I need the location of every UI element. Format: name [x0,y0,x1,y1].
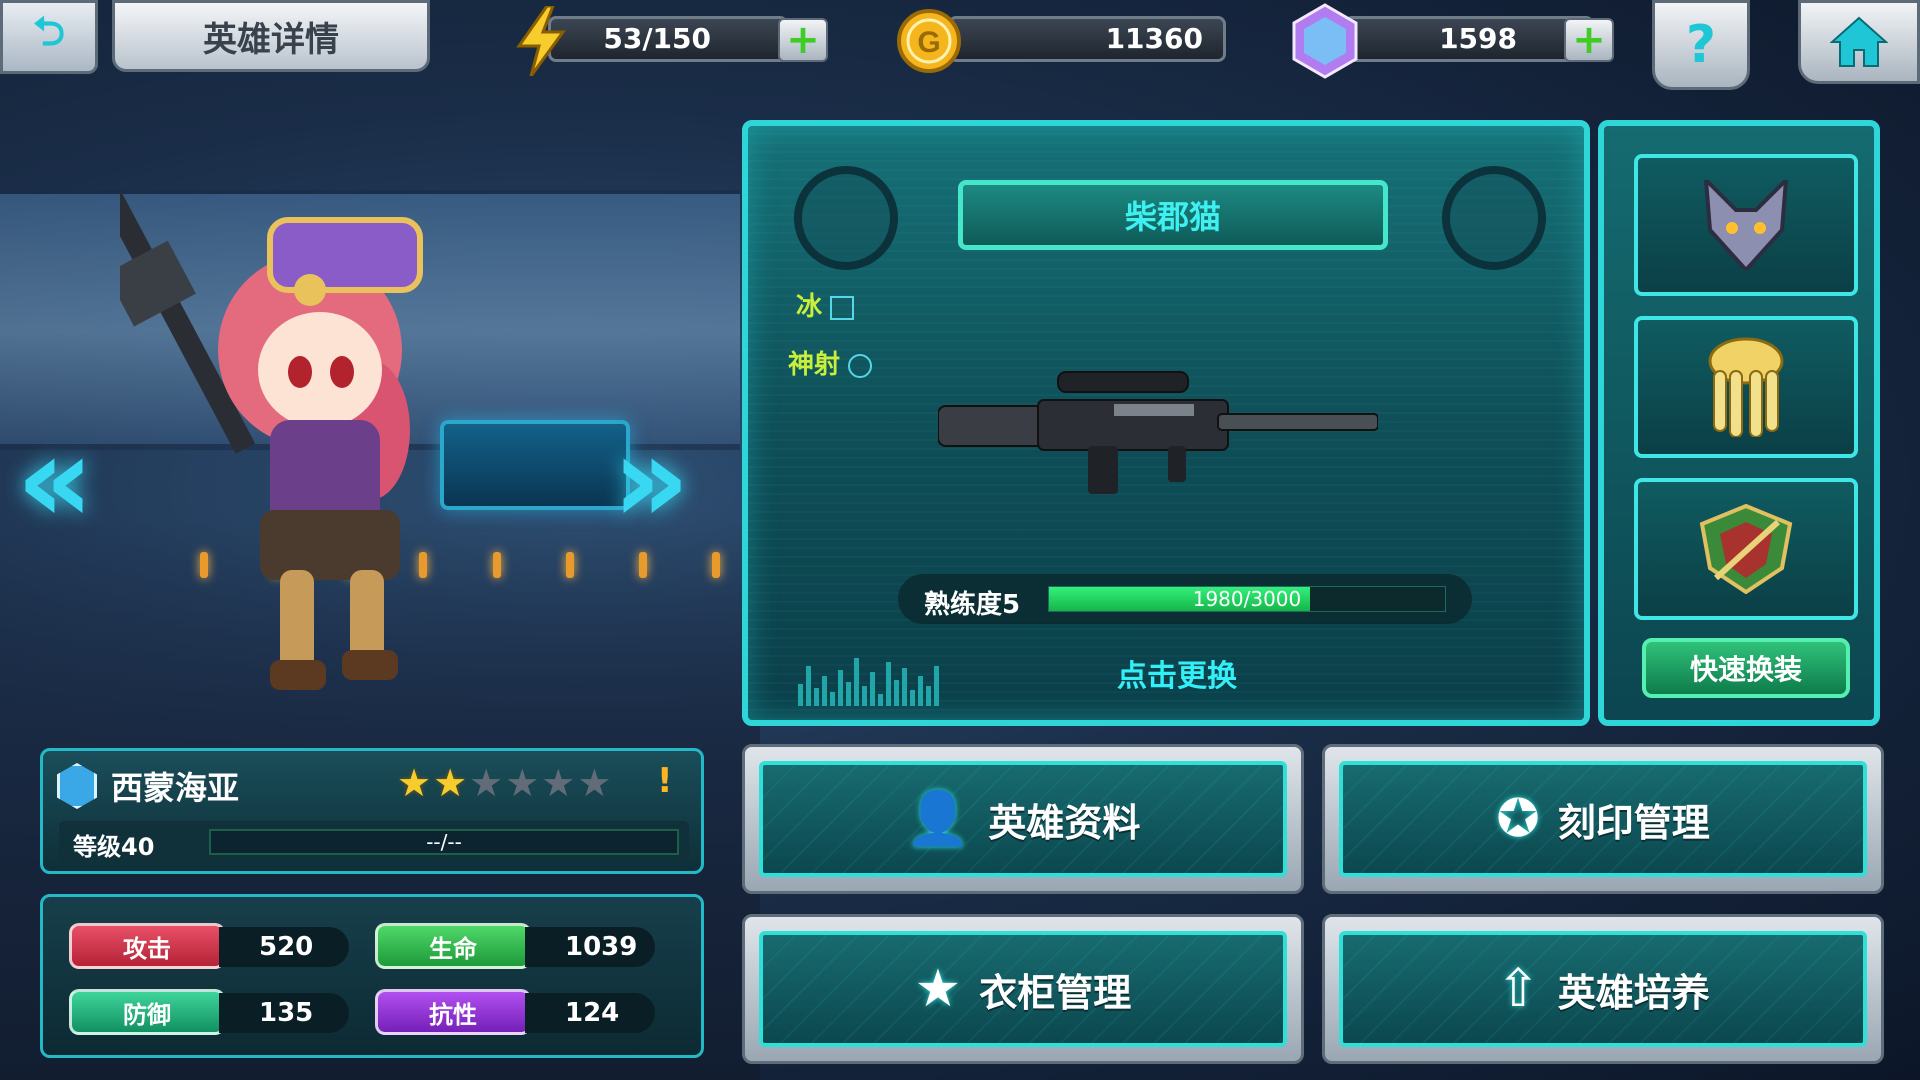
engraving-button[interactable]: ✪ 刻印管理 [1322,744,1884,894]
gem-crystal-icon [1290,3,1360,79]
ice-icon [830,295,855,320]
back-button[interactable]: ⮌ [0,0,98,74]
hero-stats-panel: 攻击 520 生命 1039 防御 135 抗性 124 [40,894,704,1058]
gold-value: 11360 [1105,22,1203,55]
xp-bar: --/-- [209,829,679,855]
help-button[interactable]: ? [1652,0,1750,90]
next-hero-arrow[interactable]: » [612,411,690,550]
quick-equip-button[interactable]: 快速换装 [1642,638,1850,698]
radar-target-icon [794,166,898,270]
gem-value: 1598 [1439,22,1517,55]
radar-circle-icon [1442,166,1546,270]
stat-label: 生命 [375,923,531,969]
stat-label: 防御 [69,989,225,1035]
hero-upgrade-button[interactable]: ⇧ 英雄培养 [1322,914,1884,1064]
proficiency-row: 熟练度5 1980/3000 [898,574,1472,624]
helmet-slot[interactable] [1634,154,1858,296]
weapon-attribute-ice: 冰 [796,286,855,323]
gem-bar: 1598 [1344,16,1594,62]
engraving-icon: ✪ [1496,789,1540,849]
energy-lightning-icon [506,6,576,76]
prev-hero-arrow[interactable]: « [16,411,94,550]
sniper-rifle-image[interactable] [938,356,1378,496]
gold-bar: 11360 [948,16,1226,62]
crosshair-icon [848,353,873,378]
star-filled-icon: ★★ [397,761,470,805]
stat-value: 1039 [525,927,655,967]
hero-name: 西蒙海亚 [111,769,240,807]
star-empty-icon: ★★★★ [469,761,614,805]
stat-value: 124 [525,993,655,1033]
emblem-slot[interactable] [1634,478,1858,620]
hero-upgrade-icon: ⇧ [1496,959,1540,1019]
energy-value: 53/150 [603,22,711,55]
stat-resistance: 抗性 124 [375,989,675,1037]
button-label: 英雄培养 [1557,970,1710,1015]
wardrobe-button[interactable]: ★ 衣柜管理 [742,914,1304,1064]
button-label: 英雄资料 [988,800,1141,845]
hero-character-portrait [120,125,423,690]
xp-text: --/-- [426,830,462,854]
back-arrow-icon: ⮌ [32,9,66,55]
hero-profile-button[interactable]: 👤 英雄资料 [742,744,1304,894]
svg-text:G: G [917,26,940,59]
page-title: 英雄详情 [112,0,430,72]
energy-bar: 53/150 [548,16,788,62]
gold-coin-icon: G [894,6,964,76]
equalizer-decoration [798,650,958,706]
stat-value: 135 [219,993,349,1033]
weapon-name: 柴郡猫 [958,180,1388,250]
button-label: 衣柜管理 [979,970,1132,1015]
armor-slot[interactable] [1634,316,1858,458]
stat-value: 520 [219,927,349,967]
proficiency-text: 1980/3000 [1192,587,1302,611]
shield-emblem-icon [1699,504,1793,594]
home-icon [1830,16,1888,67]
stat-label: 抗性 [375,989,531,1035]
attribute-label: 神射 [788,350,841,380]
stat-label: 攻击 [69,923,225,969]
stat-defense: 防御 135 [69,989,369,1037]
weapon-attribute-sharpshooter: 神射 [788,344,873,381]
question-icon: ? [1685,15,1717,75]
hero-class-icon [57,763,97,809]
top-bar: ⮌ 英雄详情 53/150 + 11360 G 1598 + ? [0,0,1920,90]
weapon-panel: 柴郡猫 冰 神射 熟练度5 1980/3000 点击更换 [742,120,1590,726]
hero-level: 等级40 [73,833,155,861]
button-label: 刻印管理 [1557,800,1710,845]
equipment-slots-panel: 快速换装 [1598,120,1880,726]
wardrobe-icon: ★ [914,959,962,1019]
proficiency-bar: 1980/3000 [1048,586,1446,612]
stat-attack: 攻击 520 [69,923,369,971]
hero-profile-icon: 👤 [905,789,971,849]
add-gems-button[interactable]: + [1564,18,1614,62]
proficiency-label: 熟练度5 [924,590,1021,620]
plus-icon: + [786,17,820,63]
attribute-label: 冰 [796,292,823,322]
change-weapon-button[interactable]: 点击更换 [1092,650,1262,696]
plus-icon: + [1572,17,1606,63]
wolf-head-helmet-icon [1703,180,1789,270]
hero-info-panel: 西蒙海亚 ★★★★★★ ! 等级40 --/-- [40,748,704,874]
upgrade-alert-icon[interactable]: ! [657,761,673,801]
level-row: 等级40 --/-- [59,821,689,863]
home-button[interactable] [1798,0,1920,84]
golden-armor-icon [1708,337,1784,437]
add-energy-button[interactable]: + [778,18,828,62]
hero-star-rating: ★★★★★★ [397,761,613,805]
stat-hp: 生命 1039 [375,923,675,971]
